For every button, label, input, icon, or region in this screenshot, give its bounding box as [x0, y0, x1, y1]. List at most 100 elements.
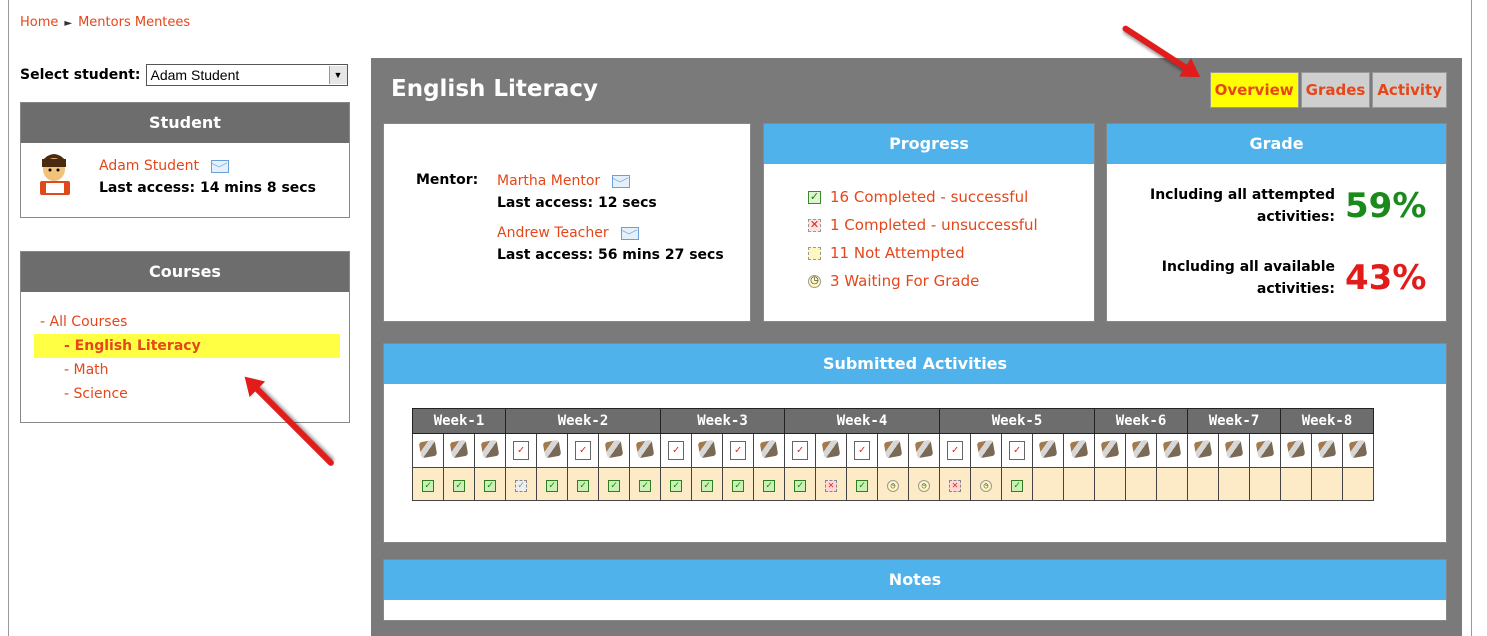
tab-activity[interactable]: Activity	[1372, 72, 1447, 108]
activity-type-cell[interactable]	[474, 433, 506, 468]
activity-type-cell[interactable]	[1032, 433, 1064, 468]
activity-status-cell[interactable]: ✕	[939, 467, 971, 501]
activity-status-cell[interactable]: ✓	[505, 467, 537, 501]
grade-panel: Grade Including all attempted activities:…	[1106, 123, 1447, 322]
activity-status-cell[interactable]: ✓	[474, 467, 506, 501]
activity-status-cell[interactable]: ✓	[753, 467, 785, 501]
activity-type-cell[interactable]: ✓	[660, 433, 692, 468]
progress-completed-successful-link[interactable]: 16 Completed - successful	[830, 183, 1028, 211]
activity-type-cell[interactable]: ✓	[939, 433, 971, 468]
activity-type-cell[interactable]	[691, 433, 723, 468]
activity-type-cell[interactable]	[908, 433, 940, 468]
activity-status-cell[interactable]: ✓	[660, 467, 692, 501]
activity-status-cell[interactable]: ◷	[877, 467, 909, 501]
activity-status-cell[interactable]: ✓	[629, 467, 661, 501]
mail-icon[interactable]	[620, 226, 639, 240]
mail-icon[interactable]	[612, 174, 631, 188]
activity-status-cell[interactable]: ✕	[815, 467, 847, 501]
student-avatar-icon	[40, 154, 70, 195]
activity-status-cell	[1187, 467, 1219, 501]
activity-type-cell[interactable]	[443, 433, 475, 468]
quiz-tool-icon	[418, 439, 438, 458]
progress-not-attempted-link[interactable]: 11 Not Attempted	[830, 239, 965, 267]
activity-type-cell[interactable]: ✓	[722, 433, 754, 468]
quiz-tool-icon	[1255, 439, 1275, 458]
activity-status-cell[interactable]: ✓	[784, 467, 816, 501]
activity-type-cell[interactable]	[877, 433, 909, 468]
activity-status-cell[interactable]: ◷	[908, 467, 940, 501]
tab-overview[interactable]: Overview	[1209, 72, 1299, 108]
activity-type-cell[interactable]	[1342, 433, 1374, 468]
activity-type-cell[interactable]	[629, 433, 661, 468]
activity-type-cell[interactable]	[1094, 433, 1126, 468]
quiz-tool-icon	[604, 439, 624, 458]
course-tabs: Overview Grades Activity	[1208, 72, 1447, 108]
activity-status-cell[interactable]: ✓	[1001, 467, 1033, 501]
quiz-tool-icon	[542, 439, 562, 458]
activity-status-cell[interactable]: ✓	[443, 467, 475, 501]
submitted-activities-heading: Submitted Activities	[384, 344, 1446, 384]
check-icon: ✓	[1011, 480, 1023, 492]
grade-attempted-label: Including all attempted	[1150, 187, 1335, 203]
course-link-science[interactable]: - Science	[64, 386, 128, 402]
activity-type-cell[interactable]	[412, 433, 444, 468]
course-link-all[interactable]: - All Courses	[40, 314, 127, 330]
progress-panel: Progress ✓ 16 Completed - successful ✕ 1 C…	[763, 123, 1095, 322]
check-icon: ✓	[639, 480, 651, 492]
activity-type-cell[interactable]: ✓	[567, 433, 599, 468]
assignment-doc-icon: ✓	[1009, 441, 1025, 460]
breadcrumb-home-link[interactable]: Home	[20, 15, 58, 30]
chevron-down-icon[interactable]: ▼	[328, 66, 347, 84]
activity-type-cell[interactable]	[815, 433, 847, 468]
activity-status-cell[interactable]: ✓	[598, 467, 630, 501]
activity-type-cell[interactable]	[1125, 433, 1157, 468]
activity-type-cell[interactable]	[1249, 433, 1281, 468]
student-last-access: Last access: 14 mins 8 secs	[99, 180, 316, 196]
activity-status-cell[interactable]: ✓	[412, 467, 444, 501]
activity-status-cell[interactable]: ✓	[846, 467, 878, 501]
activity-type-cell[interactable]: ✓	[784, 433, 816, 468]
tab-grades[interactable]: Grades	[1300, 72, 1371, 108]
course-link-english-literacy[interactable]: - English Literacy	[64, 338, 201, 354]
quiz-tool-icon	[635, 439, 655, 458]
activity-type-cell[interactable]	[970, 433, 1002, 468]
breadcrumb-current-link[interactable]: Mentors Mentees	[78, 15, 190, 30]
activity-type-cell[interactable]	[1280, 433, 1312, 468]
activity-type-cell[interactable]	[753, 433, 785, 468]
activity-type-cell[interactable]: ✓	[1001, 433, 1033, 468]
check-icon: ✓	[546, 480, 558, 492]
activity-status-cell[interactable]: ✓	[691, 467, 723, 501]
activity-type-cell[interactable]	[1218, 433, 1250, 468]
mentor-name-link[interactable]: Martha Mentor	[497, 173, 600, 189]
cross-icon: ✕	[825, 480, 837, 492]
mentor-name-link[interactable]: Andrew Teacher	[497, 225, 609, 241]
activity-type-cell[interactable]	[598, 433, 630, 468]
activity-type-cell[interactable]	[1156, 433, 1188, 468]
mail-icon[interactable]	[211, 159, 229, 173]
activity-status-cell[interactable]: ✓	[536, 467, 568, 501]
activity-type-cell[interactable]: ✓	[846, 433, 878, 468]
assignment-doc-icon: ✓	[575, 441, 591, 460]
activity-type-cell[interactable]	[1187, 433, 1219, 468]
student-block: Student Adam Student Last access: 14 min…	[20, 102, 350, 218]
student-name-link[interactable]: Adam Student	[99, 158, 199, 174]
course-link-math[interactable]: - Math	[64, 362, 109, 378]
activity-type-cell[interactable]: ✓	[505, 433, 537, 468]
progress-waiting-link[interactable]: 3 Waiting For Grade	[830, 267, 979, 295]
activity-type-cell[interactable]	[536, 433, 568, 468]
activity-type-cell[interactable]	[1311, 433, 1343, 468]
select-student-dropdown[interactable]: Adam Student ▼	[145, 64, 348, 86]
mentor-last-access: Last access: 56 mins 27 secs	[497, 247, 724, 263]
activity-type-cell[interactable]	[1063, 433, 1095, 468]
quiz-tool-icon	[1317, 439, 1337, 458]
select-student-label: Select student:	[20, 67, 141, 83]
grade-available-value: 43%	[1345, 258, 1427, 298]
progress-completed-unsuccessful-link[interactable]: 1 Completed - unsuccessful	[830, 211, 1038, 239]
mentor-last-access: Last access: 12 secs	[497, 195, 657, 211]
cross-icon: ✕	[808, 218, 821, 232]
activity-status-cell[interactable]: ✓	[722, 467, 754, 501]
activity-status-cell[interactable]: ✓	[567, 467, 599, 501]
clock-icon: ◷	[887, 480, 899, 492]
activity-status-cell[interactable]: ◷	[970, 467, 1002, 501]
activity-status-cell	[1094, 467, 1126, 501]
